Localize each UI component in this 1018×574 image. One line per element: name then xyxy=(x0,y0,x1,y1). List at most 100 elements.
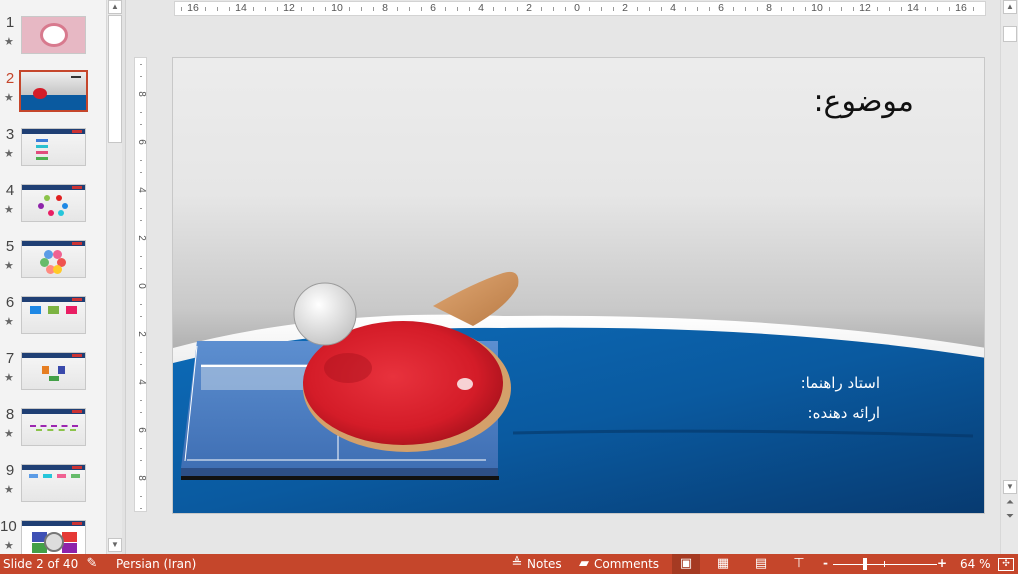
ruler-tick xyxy=(253,7,254,11)
ruler-tick xyxy=(140,208,142,209)
slide-thumbnail-8[interactable]: 8★ xyxy=(0,408,106,452)
ruler-tick xyxy=(709,7,710,11)
ruler-label: 8 xyxy=(766,2,772,15)
slide-title[interactable]: موضوع: xyxy=(813,84,914,119)
language-indicator[interactable]: Persian (Iran) xyxy=(116,557,196,571)
slide-background xyxy=(173,58,985,514)
animation-star-icon: ★ xyxy=(4,371,14,384)
ruler-tick xyxy=(140,400,142,401)
thumbnail-number: 5 xyxy=(3,238,17,255)
slide-thumbnail-6[interactable]: 6★ xyxy=(0,296,106,340)
thumbnail-image[interactable] xyxy=(21,296,86,334)
scroll-up-button[interactable]: ▲ xyxy=(108,0,122,14)
ruler-label: 8 xyxy=(136,472,146,484)
powerpoint-window: 1★2★3★4★5★6★7★8★9★10★ ▲ ▼ 16141210864202… xyxy=(0,0,1018,574)
scrollbar-thumb[interactable] xyxy=(108,15,122,143)
scroll-down-button[interactable]: ▼ xyxy=(1003,480,1017,494)
animation-star-icon: ★ xyxy=(4,35,14,48)
zoom-slider-track[interactable] xyxy=(833,564,937,565)
ruler-label: 4 xyxy=(136,184,146,196)
ruler-tick xyxy=(140,256,142,257)
notes-button[interactable]: Notes xyxy=(527,557,562,571)
scroll-up-button[interactable]: ▲ xyxy=(1003,0,1017,14)
slide-thumbnail-1[interactable]: 1★ xyxy=(0,16,106,60)
animation-star-icon: ★ xyxy=(4,427,14,440)
next-slide-button[interactable]: ⏷ xyxy=(1003,511,1017,523)
zoom-out-button[interactable]: - xyxy=(823,556,828,570)
ruler-tick xyxy=(140,160,142,161)
advisor-label[interactable]: استاد راهنما: xyxy=(801,374,880,392)
horizontal-ruler: 1614121086420246810121416 xyxy=(174,1,986,16)
slide-thumbnail-10[interactable]: 10★ xyxy=(0,520,106,554)
thumbnail-number: 4 xyxy=(3,182,17,199)
comments-button[interactable]: Comments xyxy=(594,557,659,571)
ruler-label: 0 xyxy=(574,2,580,15)
ruler-tick xyxy=(733,7,734,11)
ruler-tick xyxy=(140,172,142,173)
zoom-slider-handle[interactable] xyxy=(863,558,867,570)
previous-slide-button[interactable]: ⏶ xyxy=(1003,497,1017,509)
ruler-tick xyxy=(949,7,950,11)
thumbnail-scrollbar[interactable]: ▲ ▼ xyxy=(106,0,122,554)
slide-thumbnail-4[interactable]: 4★ xyxy=(0,184,106,228)
ruler-label: 12 xyxy=(859,2,871,15)
ruler-tick xyxy=(829,7,830,11)
ruler-tick xyxy=(613,7,614,11)
comments-icon[interactable]: ▰ xyxy=(577,556,591,572)
ruler-label: 2 xyxy=(622,2,628,15)
slide-thumbnail-9[interactable]: 9★ xyxy=(0,464,106,508)
animation-star-icon: ★ xyxy=(4,483,14,496)
thumbnail-number: 9 xyxy=(3,462,17,479)
thumbnail-number: 6 xyxy=(3,294,17,311)
slide-thumbnail-3[interactable]: 3★ xyxy=(0,128,106,172)
spell-check-icon[interactable]: ✎ xyxy=(84,556,100,572)
ruler-tick xyxy=(397,7,398,11)
thumbnail-image[interactable] xyxy=(21,464,86,502)
thumbnail-image[interactable] xyxy=(21,520,86,554)
slide-thumbnail-7[interactable]: 7★ xyxy=(0,352,106,396)
normal-view-icon[interactable]: ▣ xyxy=(678,556,694,572)
thumbnail-image[interactable] xyxy=(21,352,86,390)
slide-indicator: Slide 2 of 40 xyxy=(3,557,78,571)
ruler-tick xyxy=(757,7,758,11)
ruler-label: 4 xyxy=(478,2,484,15)
animation-star-icon: ★ xyxy=(4,203,14,216)
thumbnail-image[interactable] xyxy=(21,184,86,222)
slide-thumbnail-2[interactable]: 2★ xyxy=(0,72,106,116)
scrollbar-thumb[interactable] xyxy=(1003,26,1017,42)
thumbnail-image[interactable] xyxy=(21,240,86,278)
ruler-tick xyxy=(325,7,326,11)
status-bar: Slide 2 of 40 ✎ Persian (Iran) ≜ Notes ▰… xyxy=(0,554,1018,574)
reading-view-icon[interactable]: ▤ xyxy=(753,556,769,572)
pane-splitter[interactable] xyxy=(122,0,126,554)
thumbnail-image[interactable] xyxy=(19,70,88,112)
ruler-tick xyxy=(140,124,142,125)
thumbnail-image[interactable] xyxy=(21,408,86,446)
presenter-label[interactable]: ارائه دهنده: xyxy=(808,404,880,422)
ruler-label: 6 xyxy=(430,2,436,15)
ruler-tick xyxy=(661,7,662,11)
ruler-label: 4 xyxy=(136,376,146,388)
zoom-level[interactable]: 64 % xyxy=(960,557,991,571)
ruler-tick xyxy=(140,112,142,113)
slide-editing-area: 1614121086420246810121416 864202468 xyxy=(127,0,1000,554)
ruler-label: 2 xyxy=(136,232,146,244)
ruler-tick xyxy=(445,7,446,11)
slide-canvas[interactable]: موضوع: استاد راهنما: ارائه دهنده: xyxy=(172,57,985,514)
ruler-tick xyxy=(373,7,374,11)
slide-show-icon[interactable]: ⊤ xyxy=(791,556,807,572)
notes-icon[interactable]: ≜ xyxy=(510,556,524,572)
ruler-tick xyxy=(565,7,566,11)
slide-thumbnail-5[interactable]: 5★ xyxy=(0,240,106,284)
thumbnail-image[interactable] xyxy=(21,16,86,54)
scroll-down-button[interactable]: ▼ xyxy=(108,538,122,552)
fit-slide-icon[interactable]: ✣ xyxy=(998,558,1014,571)
ruler-tick xyxy=(140,412,142,413)
ruler-label: 4 xyxy=(670,2,676,15)
thumbnail-image[interactable] xyxy=(21,128,86,166)
ruler-tick xyxy=(973,7,974,11)
slide-scrollbar[interactable]: ▲ ▼ ⏶ ⏷ xyxy=(1000,0,1018,554)
zoom-in-button[interactable]: + xyxy=(937,556,947,570)
slide-sorter-icon[interactable]: ▦ xyxy=(715,556,731,572)
ruler-tick xyxy=(265,7,266,11)
